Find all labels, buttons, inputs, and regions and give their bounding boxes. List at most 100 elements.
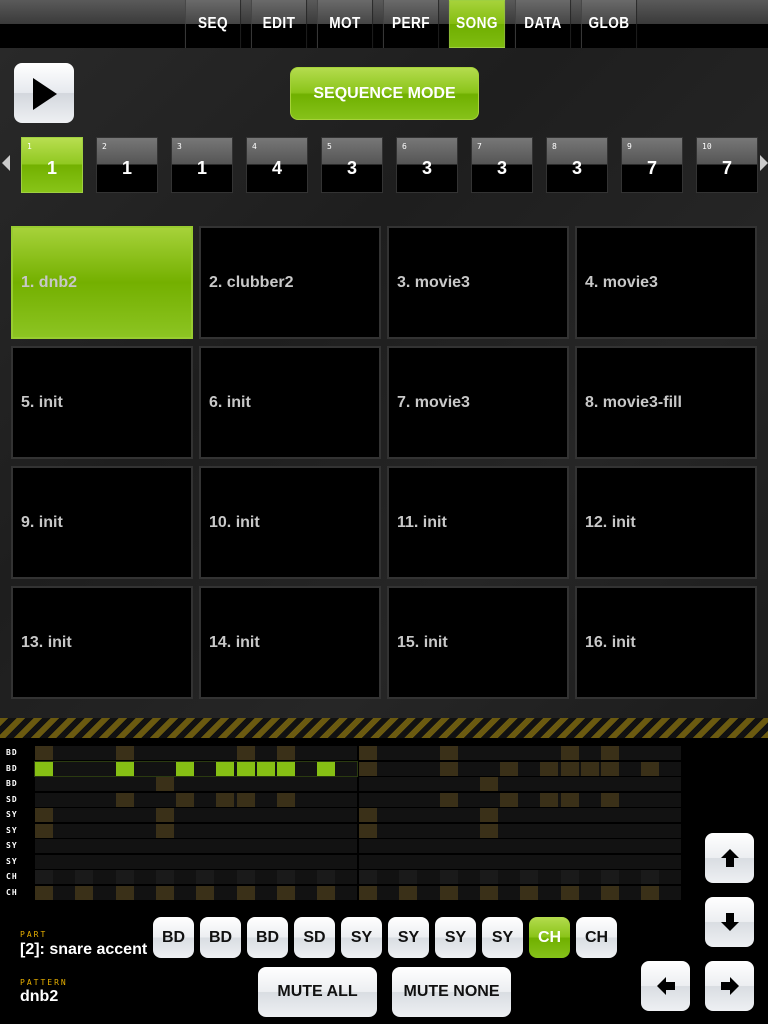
chain-slot[interactable]: 83 <box>546 137 608 193</box>
step-cell[interactable] <box>600 885 619 900</box>
pattern-cell[interactable]: 8. movie3-fill <box>575 346 757 459</box>
tab-perf[interactable]: PERF <box>382 0 440 48</box>
step-cell[interactable] <box>256 761 275 776</box>
mute-all-button[interactable]: MUTE ALL <box>258 967 377 1017</box>
step-cell[interactable] <box>155 777 174 791</box>
track-row[interactable] <box>359 746 681 760</box>
step-cell[interactable] <box>236 792 255 807</box>
step-cell[interactable] <box>479 823 498 838</box>
chain-slot[interactable]: 97 <box>621 137 683 193</box>
part-button-bd[interactable]: BD <box>153 917 194 958</box>
step-cell[interactable] <box>479 808 498 822</box>
track-row[interactable] <box>35 777 357 791</box>
step-cell[interactable] <box>520 870 539 884</box>
play-button[interactable] <box>14 63 74 123</box>
chain-slot[interactable]: 73 <box>471 137 533 193</box>
step-cell[interactable] <box>276 885 295 900</box>
pattern-cell[interactable]: 6. init <box>199 346 381 459</box>
step-cell[interactable] <box>216 761 235 776</box>
chain-slot[interactable]: 11 <box>21 137 83 193</box>
chain-slot[interactable]: 21 <box>96 137 158 193</box>
tab-mot[interactable]: MOT <box>316 0 374 48</box>
step-cell[interactable] <box>276 870 295 884</box>
track-row[interactable] <box>35 746 357 760</box>
step-cell[interactable] <box>155 870 174 884</box>
pattern-cell[interactable]: 16. init <box>575 586 757 699</box>
left-button[interactable] <box>641 961 690 1011</box>
step-cell[interactable] <box>359 761 377 776</box>
track-row[interactable] <box>359 823 681 838</box>
step-cell[interactable] <box>439 870 458 884</box>
track-row[interactable] <box>359 777 681 791</box>
pattern-cell[interactable]: 14. init <box>199 586 381 699</box>
track-row[interactable] <box>35 823 357 838</box>
pattern-cell[interactable]: 15. init <box>387 586 569 699</box>
part-button-bd[interactable]: BD <box>200 917 241 958</box>
part-button-ch[interactable]: CH <box>576 917 617 958</box>
step-cell[interactable] <box>560 761 579 776</box>
step-cell[interactable] <box>359 808 377 822</box>
pattern-cell[interactable]: 1. dnb2 <box>11 226 193 339</box>
part-button-sy[interactable]: SY <box>341 917 382 958</box>
part-button-sy[interactable]: SY <box>388 917 429 958</box>
tab-data[interactable]: DATA <box>514 0 572 48</box>
step-cell[interactable] <box>115 885 134 900</box>
track-row[interactable] <box>35 808 357 822</box>
step-cell[interactable] <box>359 870 377 884</box>
step-cell[interactable] <box>155 808 174 822</box>
step-cell[interactable] <box>115 761 134 776</box>
step-cell[interactable] <box>236 870 255 884</box>
track-row[interactable] <box>359 761 681 776</box>
pattern-cell[interactable]: 5. init <box>11 346 193 459</box>
step-cell[interactable] <box>115 870 134 884</box>
down-button[interactable] <box>705 897 754 947</box>
step-cell[interactable] <box>236 885 255 900</box>
track-row[interactable] <box>359 854 681 869</box>
step-cell[interactable] <box>276 792 295 807</box>
step-cell[interactable] <box>35 870 53 884</box>
part-button-sd[interactable]: SD <box>294 917 335 958</box>
step-cell[interactable] <box>359 885 377 900</box>
step-cell[interactable] <box>560 746 579 760</box>
step-cell[interactable] <box>35 808 53 822</box>
part-button-ch[interactable]: CH <box>529 917 570 958</box>
part-button-sy[interactable]: SY <box>435 917 476 958</box>
step-cell[interactable] <box>236 746 255 760</box>
track-row[interactable] <box>35 885 357 900</box>
chain-slot[interactable]: 63 <box>396 137 458 193</box>
track-row[interactable] <box>35 839 357 853</box>
tab-song[interactable]: SONG <box>448 0 506 48</box>
pattern-cell[interactable]: 7. movie3 <box>387 346 569 459</box>
step-cell[interactable] <box>155 885 174 900</box>
track-row[interactable] <box>359 808 681 822</box>
tab-glob[interactable]: GLOB <box>580 0 638 48</box>
track-row[interactable] <box>359 792 681 807</box>
step-cell[interactable] <box>75 870 94 884</box>
track-row[interactable] <box>35 854 357 869</box>
chain-slot[interactable]: 44 <box>246 137 308 193</box>
step-cell[interactable] <box>439 792 458 807</box>
step-cell[interactable] <box>641 870 660 884</box>
chain-slot[interactable]: 31 <box>171 137 233 193</box>
step-cell[interactable] <box>439 885 458 900</box>
step-cell[interactable] <box>276 746 295 760</box>
step-cell[interactable] <box>115 746 134 760</box>
track-row[interactable] <box>359 870 681 884</box>
part-button-sy[interactable]: SY <box>482 917 523 958</box>
track-row[interactable] <box>35 870 357 884</box>
step-cell[interactable] <box>359 746 377 760</box>
step-cell[interactable] <box>560 792 579 807</box>
step-cell[interactable] <box>500 792 519 807</box>
step-cell[interactable] <box>439 746 458 760</box>
tab-seq[interactable]: SEQ <box>184 0 242 48</box>
step-cell[interactable] <box>216 792 235 807</box>
step-cell[interactable] <box>399 870 418 884</box>
chain-slot[interactable]: 10 7 <box>696 137 758 193</box>
step-cell[interactable] <box>35 761 53 776</box>
track-row[interactable] <box>359 885 681 900</box>
step-cell[interactable] <box>75 885 94 900</box>
pattern-cell[interactable]: 13. init <box>11 586 193 699</box>
step-cell[interactable] <box>359 823 377 838</box>
step-cell[interactable] <box>35 746 53 760</box>
step-cell[interactable] <box>560 885 579 900</box>
